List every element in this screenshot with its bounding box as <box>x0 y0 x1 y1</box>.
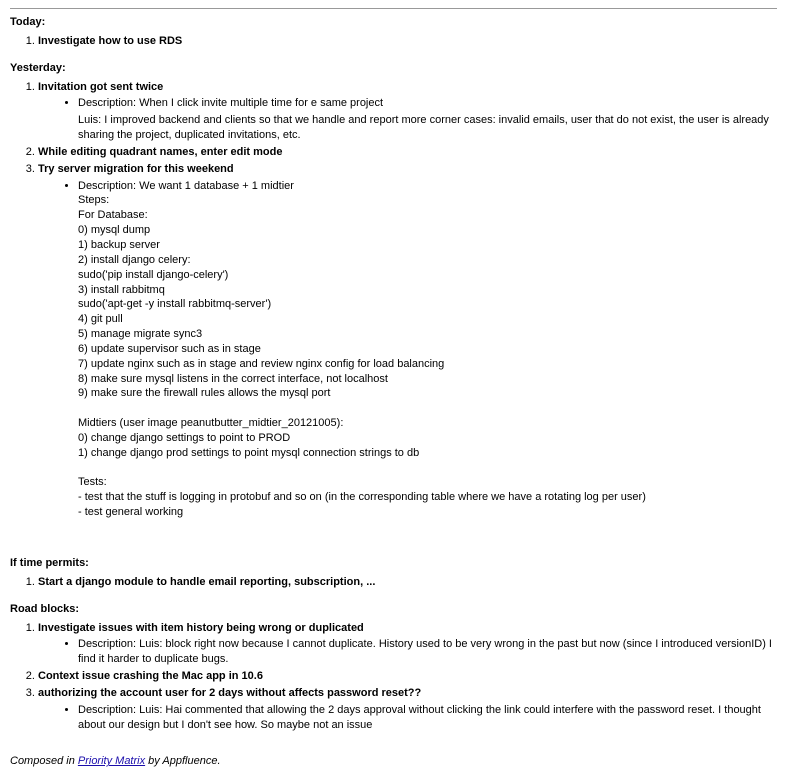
item-bullet: Description: Luis: block right now becau… <box>78 637 777 667</box>
section-roadblocks-title: Road blocks: <box>10 602 777 617</box>
item-bullet: Description: Luis: Hai commented that al… <box>78 703 777 733</box>
item-title: While editing quadrant names, enter edit… <box>38 146 282 158</box>
list-item: Try server migration for this weekend De… <box>38 162 777 520</box>
section-today-title: Today: <box>10 15 777 30</box>
today-list: Investigate how to use RDS <box>10 34 777 49</box>
item-title: Context issue crashing the Mac app in 10… <box>38 670 263 682</box>
item-title: Invitation got sent twice <box>38 81 163 93</box>
item-bullet: Description: When I click invite multipl… <box>78 96 777 111</box>
divider <box>10 8 777 9</box>
roadblocks-list: Investigate issues with item history bei… <box>10 621 777 733</box>
list-item: While editing quadrant names, enter edit… <box>38 145 777 160</box>
footer: Composed in Priority Matrix by Appfluenc… <box>10 754 777 769</box>
item-title: Investigate how to use RDS <box>38 35 182 47</box>
section-yesterday-title: Yesterday: <box>10 61 777 76</box>
footer-link[interactable]: Priority Matrix <box>78 755 145 767</box>
item-bullet: Description: We want 1 database + 1 midt… <box>78 179 777 520</box>
list-item: Start a django module to handle email re… <box>38 575 777 590</box>
list-item: Investigate how to use RDS <box>38 34 777 49</box>
yesterday-list: Invitation got sent twice Description: W… <box>10 80 777 520</box>
item-title: Investigate issues with item history bei… <box>38 622 364 634</box>
list-item: Investigate issues with item history bei… <box>38 621 777 668</box>
item-title: authorizing the account user for 2 days … <box>38 687 421 699</box>
item-note: Luis: I improved backend and clients so … <box>78 113 777 143</box>
item-details: Description: We want 1 database + 1 midt… <box>38 179 777 520</box>
item-title: Try server migration for this weekend <box>38 163 234 175</box>
item-details: Description: When I click invite multipl… <box>38 96 777 111</box>
footer-suffix: by Appfluence. <box>145 755 220 767</box>
list-item: Context issue crashing the Mac app in 10… <box>38 669 777 684</box>
item-details: Description: Luis: block right now becau… <box>38 637 777 667</box>
footer-prefix: Composed in <box>10 755 78 767</box>
list-item: Invitation got sent twice Description: W… <box>38 80 777 143</box>
section-iftime-title: If time permits: <box>10 556 777 571</box>
list-item: authorizing the account user for 2 days … <box>38 686 777 733</box>
iftime-list: Start a django module to handle email re… <box>10 575 777 590</box>
item-details: Description: Luis: Hai commented that al… <box>38 703 777 733</box>
